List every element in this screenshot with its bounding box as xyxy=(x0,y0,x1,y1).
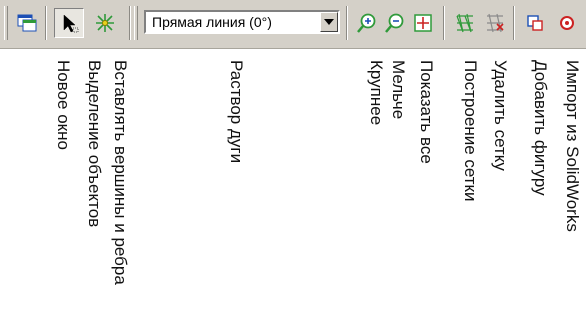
build-mesh-button[interactable] xyxy=(450,8,480,38)
label-insert-vertices: Вставлять вершины и ребра xyxy=(111,60,130,285)
toolbar-separator xyxy=(129,6,130,40)
label-zoom-out: Мельче xyxy=(389,60,408,120)
line-type-value: Прямая линия (0°) xyxy=(152,14,272,30)
dropdown-arrow-button[interactable] xyxy=(320,12,338,32)
insert-vertices-icon xyxy=(96,14,114,32)
zoom-in-button[interactable] xyxy=(352,8,382,38)
toolbar-separator xyxy=(513,6,514,40)
select-objects-icon xyxy=(63,14,79,33)
label-delete-mesh: Удалить сетку xyxy=(491,60,510,171)
toolbar: Прямая линия (0°) xyxy=(0,0,586,49)
toolbar-separator xyxy=(443,6,444,40)
import-solidworks-icon xyxy=(560,16,574,30)
label-build-mesh: Построение сетки xyxy=(461,60,480,202)
zoom-out-icon xyxy=(385,13,404,33)
label-add-shape: Добавить фигуру xyxy=(531,60,550,196)
label-zoom-in: Крупнее xyxy=(367,60,386,126)
show-all-button[interactable] xyxy=(408,8,438,38)
new-window-icon xyxy=(17,14,37,32)
show-all-icon xyxy=(414,14,432,32)
label-import-solidworks: Импорт из SolidWorks xyxy=(563,60,582,232)
toolbar-grip[interactable] xyxy=(4,6,8,40)
label-select-objects: Выделение объектов xyxy=(85,60,104,228)
build-mesh-icon xyxy=(456,13,473,33)
add-shape-button[interactable] xyxy=(520,8,550,38)
toolbar-separator xyxy=(346,6,347,40)
new-window-button[interactable] xyxy=(12,8,42,38)
import-solidworks-button[interactable] xyxy=(552,8,582,38)
delete-mesh-button[interactable] xyxy=(480,8,510,38)
toolbar-grip[interactable] xyxy=(134,6,138,40)
select-objects-button[interactable] xyxy=(54,8,84,38)
label-show-all: Показать все xyxy=(417,60,436,164)
insert-vertices-button[interactable] xyxy=(90,8,120,38)
chevron-down-icon xyxy=(324,19,334,25)
label-arc-angle: Раствор дуги xyxy=(227,60,246,164)
label-new-window: Новое окно xyxy=(54,60,73,150)
add-shape-icon xyxy=(527,15,543,31)
toolbar-separator xyxy=(45,6,46,40)
line-type-select[interactable]: Прямая линия (0°) xyxy=(144,10,340,34)
delete-mesh-icon xyxy=(487,13,504,33)
zoom-in-icon xyxy=(357,13,376,33)
zoom-out-button[interactable] xyxy=(380,8,410,38)
